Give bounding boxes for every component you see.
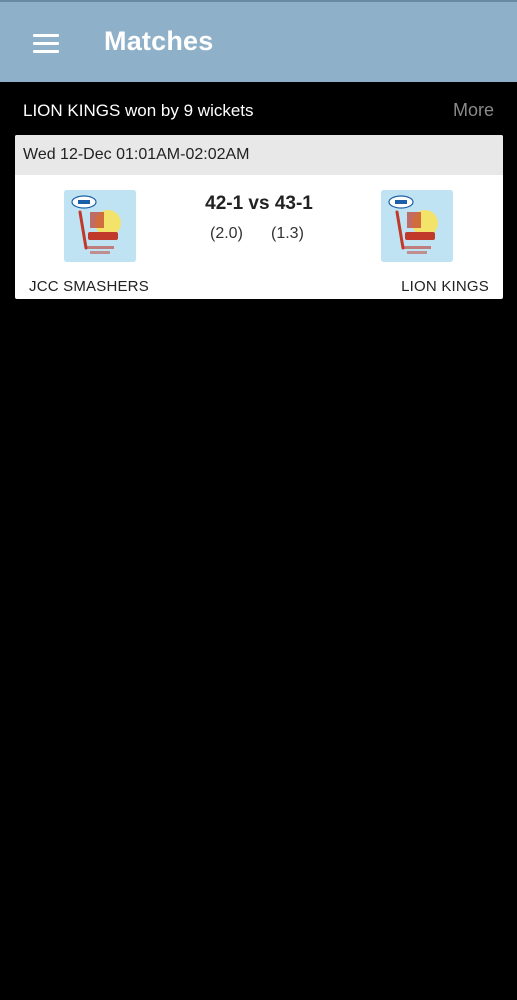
menu-icon — [33, 33, 59, 37]
more-link[interactable]: More — [453, 100, 494, 121]
app-bar: Matches — [0, 0, 517, 82]
match-result-text: LION KINGS won by 9 wickets — [23, 101, 254, 120]
team2-logo-icon — [381, 190, 453, 262]
team2-overs: (1.3) — [271, 225, 304, 242]
match-datetime: Wed 12-Dec 01:01AM-02:02AM — [23, 146, 250, 163]
team1-overs: (2.0) — [210, 225, 243, 242]
team2-name: LION KINGS — [401, 278, 489, 295]
menu-button[interactable] — [24, 24, 68, 62]
team1-name: JCC SMASHERS — [29, 278, 149, 295]
result-row: LION KINGS won by 9 wickets More — [0, 95, 517, 129]
match-card-header: Wed 12-Dec 01:01AM-02:02AM — [15, 135, 503, 175]
match-card[interactable]: Wed 12-Dec 01:01AM-02:02AM 42-1 vs 43-1 … — [15, 135, 503, 299]
page-title: Matches — [104, 26, 214, 56]
